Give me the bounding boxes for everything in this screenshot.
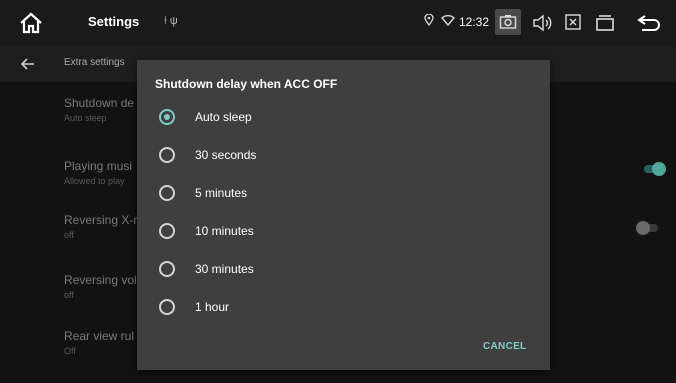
option-label: 5 minutes (195, 186, 248, 200)
app-title: Settings (88, 14, 140, 29)
back-icon[interactable] (635, 12, 663, 34)
option-label: 1 hour (195, 300, 230, 314)
option-1-hour[interactable]: 1 hour (159, 292, 499, 322)
radio-icon[interactable] (159, 147, 175, 163)
volume-icon[interactable] (530, 11, 554, 35)
option-5-minutes[interactable]: 5 minutes (159, 178, 499, 208)
option-label: Auto sleep (195, 110, 252, 124)
close-box-icon[interactable] (563, 12, 583, 32)
option-10-minutes[interactable]: 10 minutes (159, 216, 499, 246)
toggle-thumb (636, 221, 650, 235)
wifi-icon (441, 14, 455, 26)
arrow-left-icon[interactable] (18, 54, 38, 74)
option-label: 30 minutes (195, 262, 254, 276)
toolbar-title: Extra settings (64, 57, 125, 68)
screenshot-icon[interactable] (495, 9, 521, 35)
radio-icon[interactable] (159, 299, 175, 315)
radio-icon[interactable] (159, 185, 175, 201)
radio-icon[interactable] (159, 261, 175, 277)
notification-indicators: ⍿ ψ (164, 15, 178, 27)
option-30-minutes[interactable]: 30 minutes (159, 254, 499, 284)
status-bar: Settings ⍿ ψ 12:32 (0, 0, 676, 46)
option-label: 10 minutes (195, 224, 254, 238)
radio-selected-icon[interactable] (159, 109, 175, 125)
option-auto-sleep[interactable]: Auto sleep (159, 102, 499, 132)
option-label: 30 seconds (195, 148, 257, 162)
home-icon[interactable] (16, 9, 46, 37)
reversing-xray-toggle[interactable] (636, 221, 660, 235)
option-30-seconds[interactable]: 30 seconds (159, 140, 499, 170)
recent-apps-icon[interactable] (594, 12, 616, 34)
playing-music-toggle[interactable] (642, 162, 666, 176)
shutdown-delay-dialog: Shutdown delay when ACC OFF Auto sleep 3… (137, 60, 550, 370)
radio-icon[interactable] (159, 223, 175, 239)
clock: 12:32 (459, 15, 490, 29)
location-icon (424, 14, 434, 26)
toggle-thumb (652, 162, 666, 176)
dialog-title: Shutdown delay when ACC OFF (155, 77, 338, 91)
cancel-button[interactable]: CANCEL (483, 341, 526, 352)
